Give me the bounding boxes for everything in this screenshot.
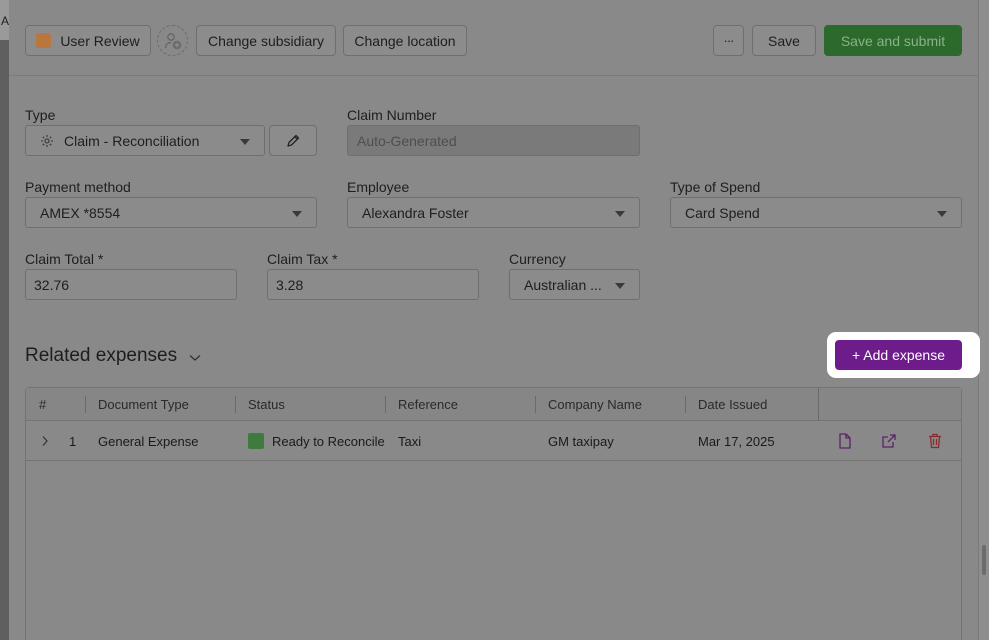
column-divider xyxy=(685,396,686,413)
edit-type-button[interactable] xyxy=(269,125,317,156)
column-header-document-type[interactable]: Document Type xyxy=(98,388,189,421)
claim-total-label: Claim Total * xyxy=(25,251,104,267)
chevron-right-icon xyxy=(42,436,48,446)
column-header-date-issued[interactable]: Date Issued xyxy=(698,388,767,421)
modal-header: User Review Change subsidiary Change loc… xyxy=(9,0,978,76)
currency-select[interactable]: Australian ... xyxy=(509,269,640,300)
row-document-type: General Expense xyxy=(98,433,199,449)
payment-method-value: AMEX *8554 xyxy=(40,204,121,221)
employee-select[interactable]: Alexandra Foster xyxy=(347,197,640,228)
type-of-spend-value: Card Spend xyxy=(685,204,760,221)
table-row[interactable]: 1 General Expense Ready to Reconcile Tax… xyxy=(26,421,961,461)
add-expense-button[interactable]: + Add expense xyxy=(835,340,962,370)
claim-number-field: Auto-Generated xyxy=(347,125,640,156)
type-of-spend-label: Type of Spend xyxy=(670,179,761,195)
background-text: A xyxy=(1,14,10,28)
claim-modal: User Review Change subsidiary Change loc… xyxy=(9,0,980,640)
claim-number-label: Claim Number xyxy=(347,107,437,123)
column-divider xyxy=(235,396,236,413)
related-expenses-toggle[interactable]: Related expenses xyxy=(25,345,201,367)
column-header-status[interactable]: Status xyxy=(248,388,285,421)
expenses-table: # Document Type Status Reference Company… xyxy=(25,387,962,640)
chevron-down-icon xyxy=(615,211,625,217)
save-button[interactable]: Save xyxy=(752,25,816,56)
type-label: Type xyxy=(25,107,56,123)
currency-value: Australian ... xyxy=(524,276,602,293)
related-expenses-title: Related expenses xyxy=(25,345,178,366)
add-expense-highlight: + Add expense xyxy=(827,332,980,378)
row-status-label: Ready to Reconcile xyxy=(272,433,385,449)
external-link-icon xyxy=(882,434,896,448)
column-header-number: # xyxy=(39,397,47,412)
background-scrollbar xyxy=(978,0,989,640)
column-header-reference[interactable]: Reference xyxy=(398,388,458,421)
add-user-icon xyxy=(164,32,181,49)
column-divider xyxy=(385,396,386,413)
expand-row-button[interactable] xyxy=(41,421,49,461)
row-reference: Taxi xyxy=(398,433,422,449)
column-header-company-name[interactable]: Company Name xyxy=(548,388,642,421)
claim-tax-input[interactable]: 3.28 xyxy=(267,269,479,300)
chevron-down-icon xyxy=(615,283,625,289)
status-button[interactable]: User Review xyxy=(25,25,151,56)
change-location-button[interactable]: Change location xyxy=(343,25,467,56)
column-divider xyxy=(85,396,86,413)
status-indicator xyxy=(248,433,264,449)
type-of-spend-select[interactable]: Card Spend xyxy=(670,197,962,228)
column-divider xyxy=(535,396,536,413)
trash-icon xyxy=(929,433,941,449)
row-number: 1 xyxy=(69,433,77,449)
chevron-down-icon xyxy=(189,354,201,362)
status-label: User Review xyxy=(60,32,140,49)
change-subsidiary-button[interactable]: Change subsidiary xyxy=(196,25,336,56)
document-icon xyxy=(839,433,851,449)
employee-label: Employee xyxy=(347,179,410,195)
row-status: Ready to Reconcile xyxy=(248,421,385,461)
row-company-name: GM taxipay xyxy=(548,433,614,449)
claim-tax-label: Claim Tax * xyxy=(267,251,338,267)
save-submit-button[interactable]: Save and submit xyxy=(824,25,962,56)
chevron-down-icon xyxy=(240,139,250,145)
claim-total-input[interactable]: 32.76 xyxy=(25,269,237,300)
open-external-button[interactable] xyxy=(880,432,898,450)
payment-method-label: Payment method xyxy=(25,179,131,195)
scrollbar-thumb[interactable] xyxy=(982,545,986,575)
payment-method-select[interactable]: AMEX *8554 xyxy=(25,197,317,228)
more-icon: ··· xyxy=(723,33,735,48)
employee-value: Alexandra Foster xyxy=(362,204,469,221)
more-options-button[interactable]: ··· xyxy=(713,25,744,56)
pencil-icon xyxy=(287,134,300,147)
row-date-issued: Mar 17, 2025 xyxy=(698,433,775,449)
status-swatch xyxy=(36,33,52,48)
gear-icon xyxy=(40,134,54,148)
chevron-down-icon xyxy=(292,211,302,217)
add-assignee-button[interactable] xyxy=(157,25,188,56)
delete-row-button[interactable] xyxy=(926,432,944,450)
type-value: Claim - Reconciliation xyxy=(64,132,200,149)
chevron-down-icon xyxy=(937,211,947,217)
table-header: # Document Type Status Reference Company… xyxy=(26,388,961,421)
type-select[interactable]: Claim - Reconciliation xyxy=(25,125,265,156)
view-document-button[interactable] xyxy=(836,432,854,450)
currency-label: Currency xyxy=(509,251,566,267)
column-divider xyxy=(818,388,819,421)
